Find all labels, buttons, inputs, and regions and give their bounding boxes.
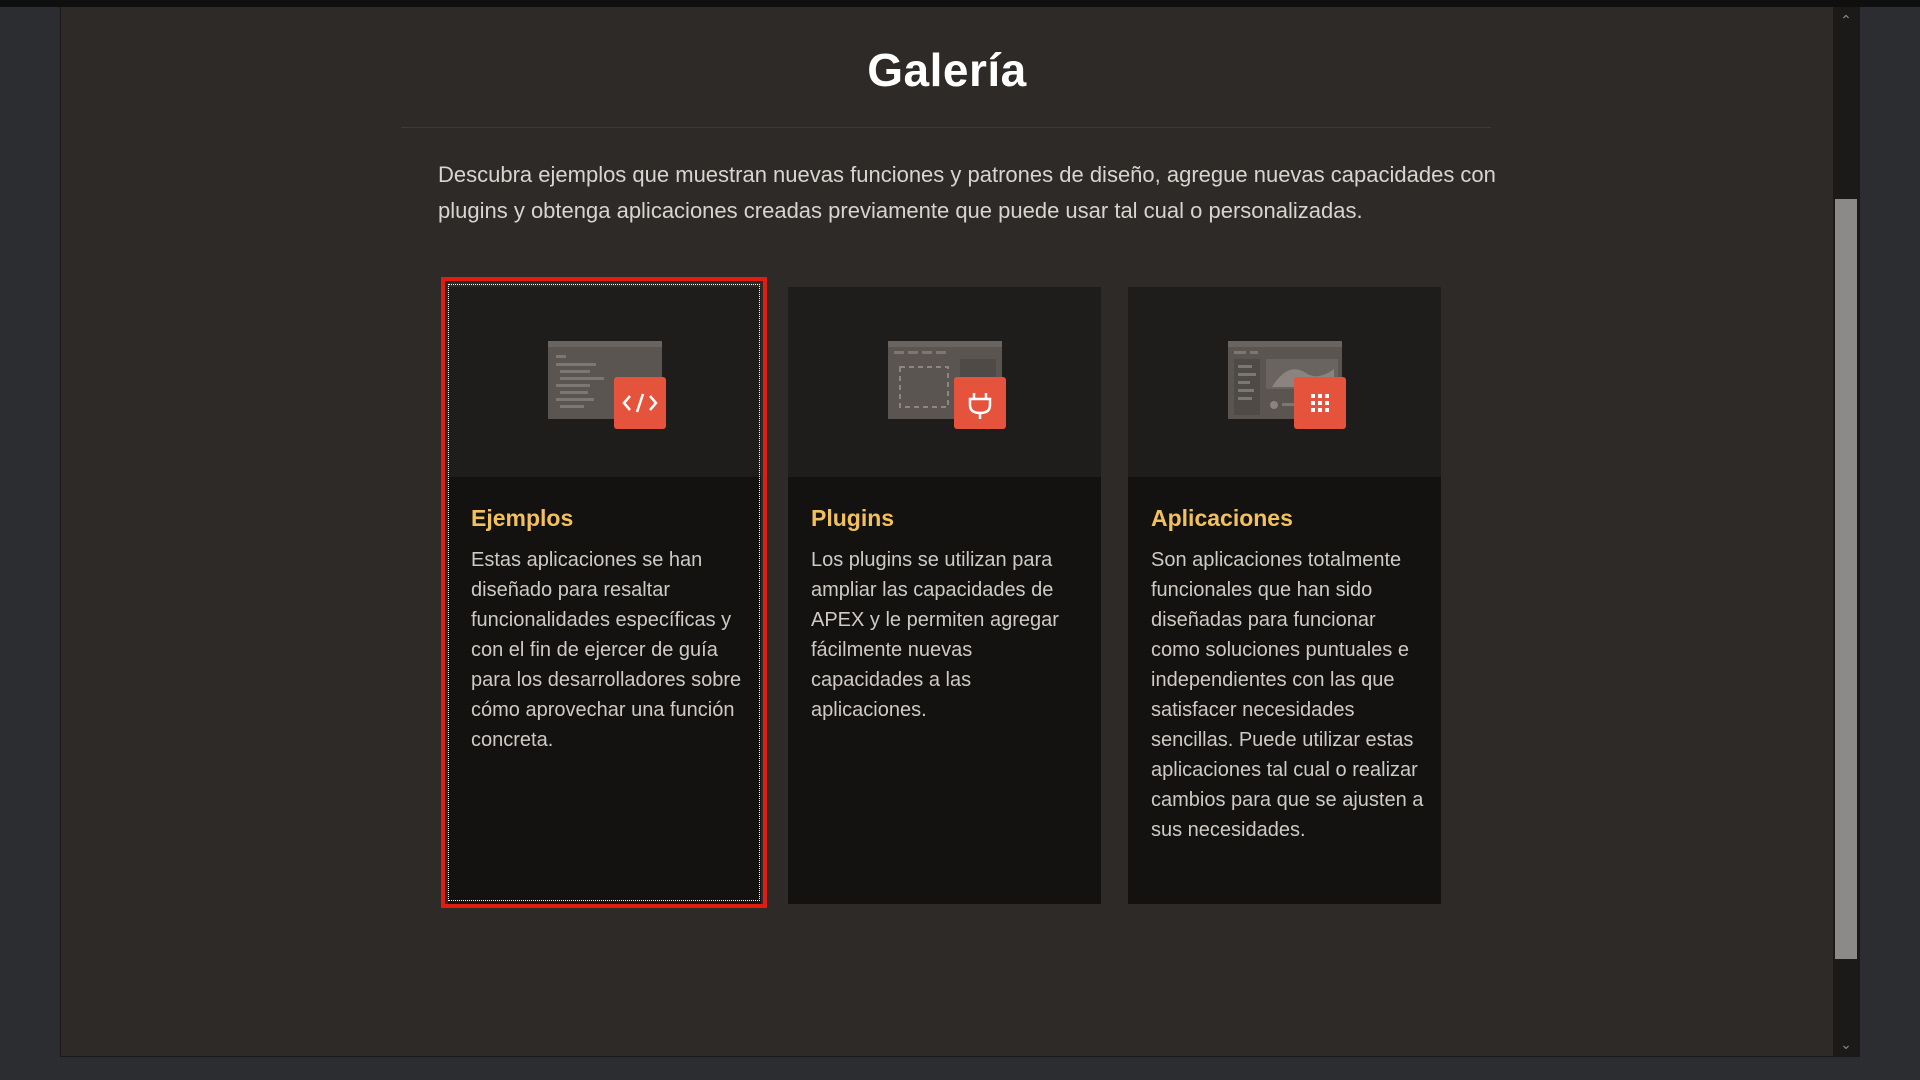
scroll-thumb[interactable] [1835,199,1857,959]
gallery-dialog: Galería Descubra ejemplos que muestran n… [60,7,1860,1057]
grid-icon [1294,377,1346,429]
application-illustration [1228,341,1346,429]
card-description: Son aplicaciones totalmente funcionales … [1151,549,1424,841]
plug-icon [954,377,1006,429]
card-aplicaciones[interactable]: Aplicaciones Son aplicaciones totalmente… [1128,287,1441,904]
card-title: Plugins [811,505,895,531]
intro-text: Descubra ejemplos que muestran nuevas fu… [438,162,1496,223]
card-title: Aplicaciones [1151,505,1293,531]
scroll-up-arrow-icon[interactable]: ⌃ [1833,7,1859,33]
page-title: Galería [867,44,1027,96]
code-icon [614,377,666,429]
card-media [448,287,761,477]
title-divider [401,127,1491,128]
window-top-border [0,0,1920,7]
scroll-down-arrow-icon[interactable]: ⌄ [1833,1031,1859,1056]
vertical-scrollbar[interactable]: ⌃ ⌄ [1833,7,1859,1056]
card-description: Estas aplicaciones se han diseñado para … [471,549,742,751]
card-media [788,287,1101,477]
card-description: Los plugins se utilizan para ampliar las… [811,549,1059,721]
plugin-illustration [888,341,1006,429]
card-media [1128,287,1441,477]
card-plugins[interactable]: Plugins Los plugins se utilizan para amp… [788,287,1101,904]
card-title: Ejemplos [471,505,574,531]
sample-app-illustration [548,341,666,429]
card-ejemplos[interactable]: Ejemplos Estas aplicaciones se han diseñ… [448,287,761,904]
